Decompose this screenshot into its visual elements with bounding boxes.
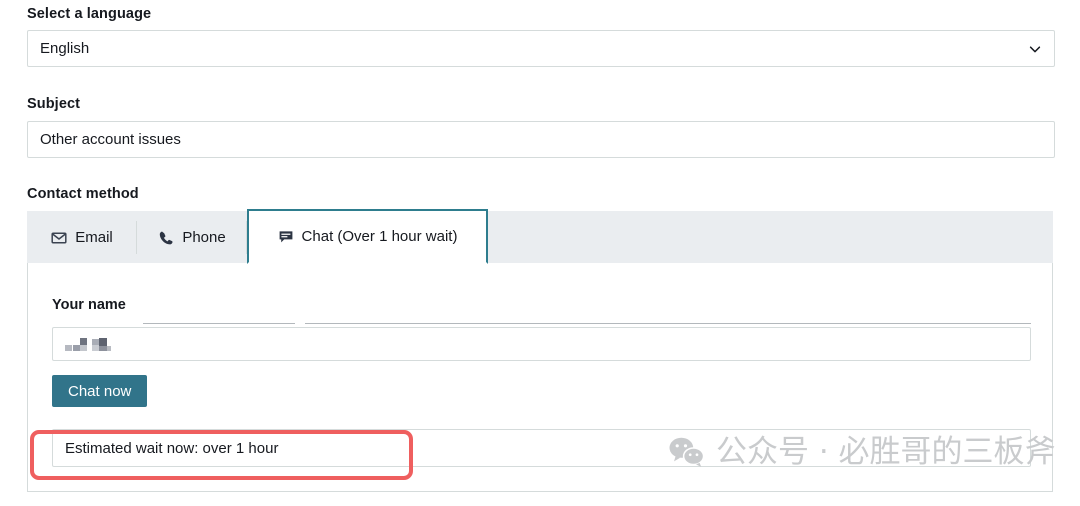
artifact-line-right	[305, 323, 1031, 324]
language-label: Select a language	[27, 6, 152, 22]
support-contact-form: Select a language English Subject Other …	[0, 0, 1080, 506]
your-name-label: Your name	[52, 297, 126, 313]
language-selected-value: English	[40, 40, 90, 57]
watermark-text: 公众号 · 必胜哥的三板斧	[716, 433, 1056, 470]
subject-value: Other account issues	[40, 131, 181, 148]
contact-method-tablist: Email Phone Chat (Over 1 hour wait)	[27, 209, 1053, 264]
tab-phone[interactable]: Phone	[137, 211, 247, 264]
wechat-icon	[669, 437, 705, 468]
chat-now-button[interactable]: Chat now	[52, 375, 148, 407]
subject-label: Subject	[27, 96, 81, 112]
watermark: 公众号 · 必胜哥的三板斧	[668, 436, 1056, 468]
chevron-down-icon	[1029, 45, 1041, 52]
redacted-name-value	[65, 337, 111, 351]
subject-field[interactable]: Other account issues	[27, 121, 1055, 158]
tab-email-label: Email	[75, 229, 113, 246]
language-select[interactable]: English	[27, 30, 1055, 67]
artifact-line-left	[143, 323, 295, 324]
chat-bubble-icon	[279, 230, 292, 242]
estimated-wait-text: Estimated wait now: over 1 hour	[65, 439, 279, 457]
tab-email[interactable]: Email	[27, 211, 137, 264]
envelope-icon	[51, 231, 67, 244]
your-name-input[interactable]	[52, 327, 1031, 361]
tab-chat-label: Chat (Over 1 hour wait)	[301, 228, 458, 245]
tab-phone-label: Phone	[182, 229, 226, 246]
contact-method-label: Contact method	[27, 186, 139, 202]
phone-icon	[160, 231, 173, 244]
tab-chat[interactable]: Chat (Over 1 hour wait)	[247, 209, 488, 264]
